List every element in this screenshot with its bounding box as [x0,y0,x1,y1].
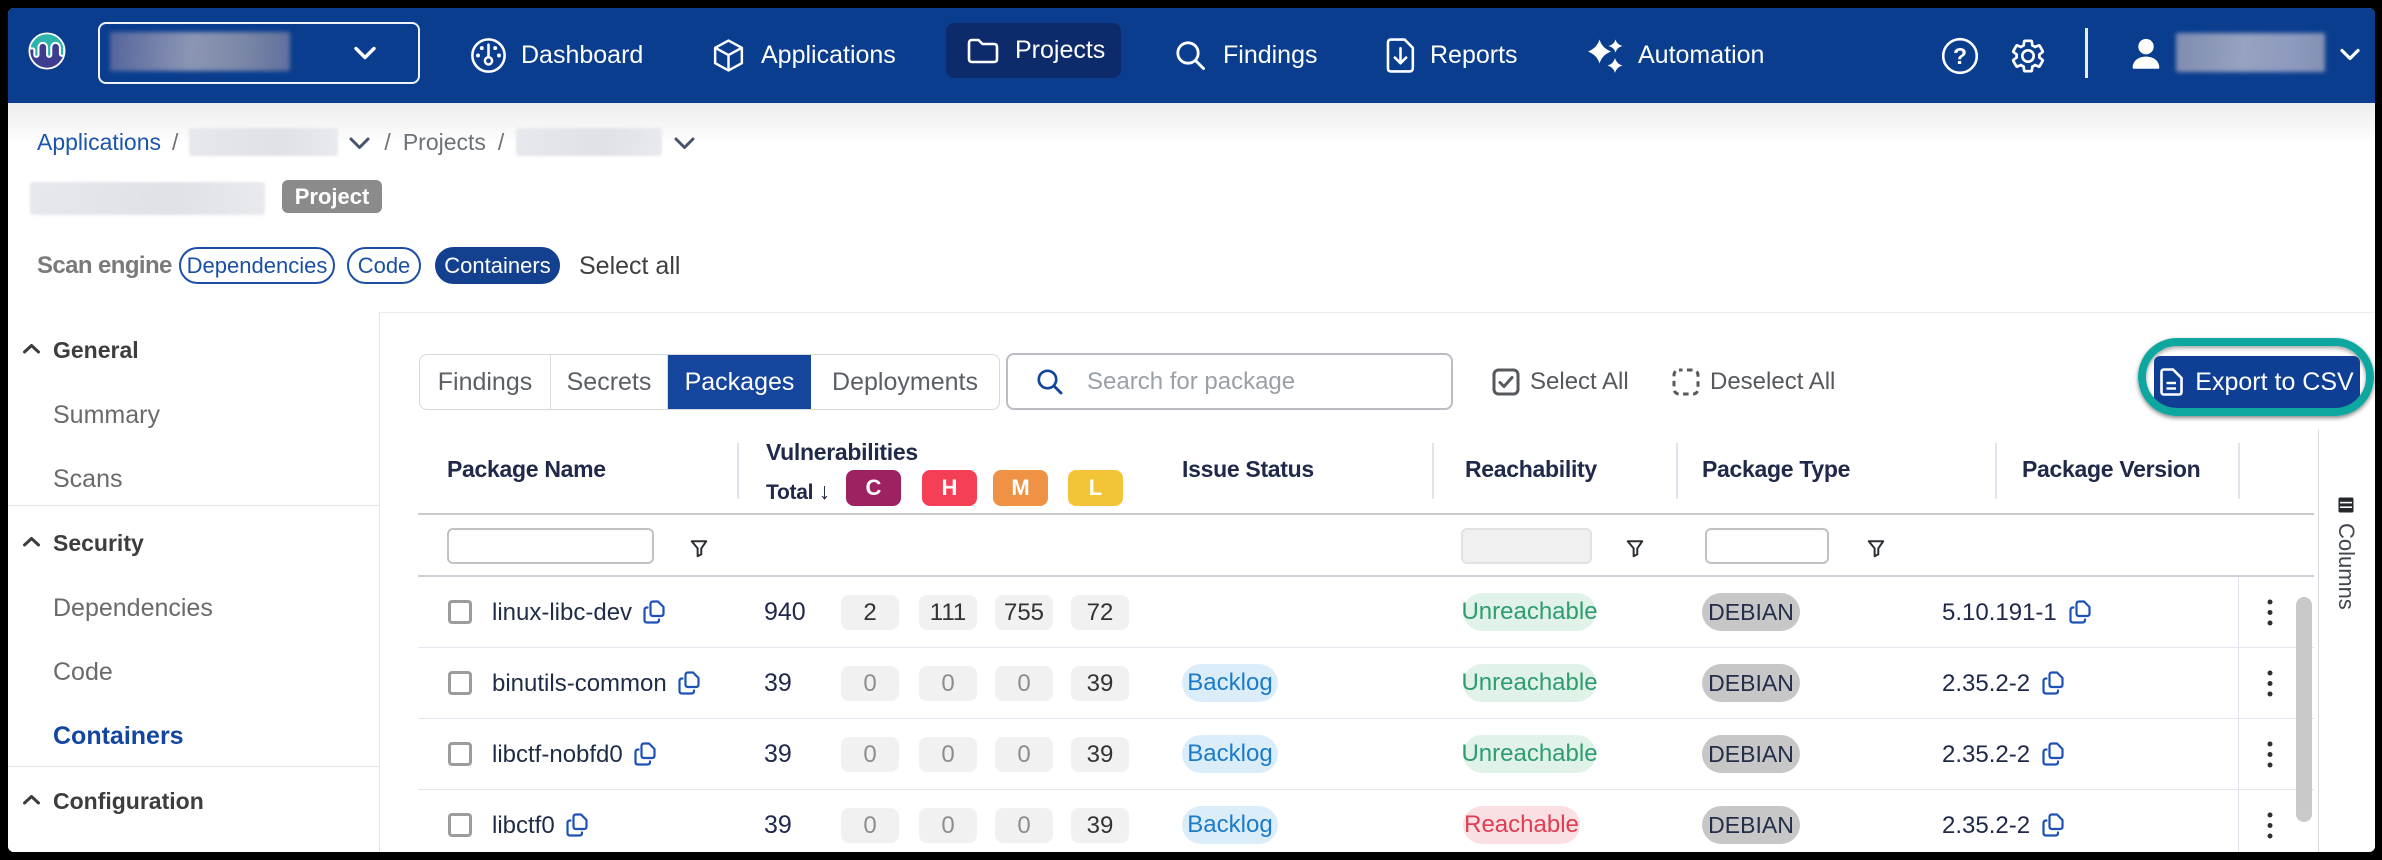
svg-text:?: ? [1953,43,1967,69]
